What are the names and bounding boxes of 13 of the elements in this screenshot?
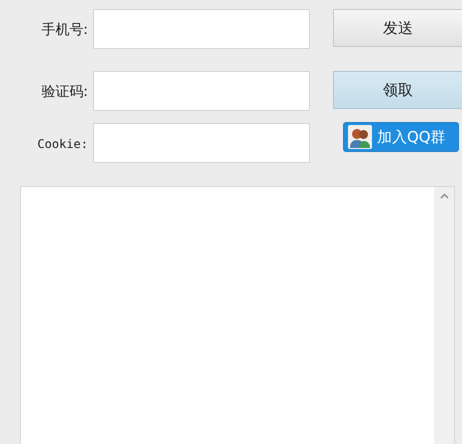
field-label: 手机号:	[40, 21, 88, 39]
join-group-button[interactable]: 加入QQ群	[343, 122, 459, 152]
field-label: 验证码:	[40, 83, 88, 101]
action-button[interactable]: 领取	[333, 71, 462, 109]
scroll-up-icon[interactable]	[440, 193, 448, 199]
output-textarea[interactable]	[20, 186, 455, 444]
action-button[interactable]: 发送	[333, 9, 462, 47]
input-field[interactable]	[93, 71, 310, 111]
input-field[interactable]	[93, 123, 310, 163]
people-icon	[348, 125, 372, 149]
field-label: Cookie:	[36, 136, 88, 151]
scrollbar[interactable]	[434, 187, 454, 444]
input-field[interactable]	[93, 9, 310, 49]
